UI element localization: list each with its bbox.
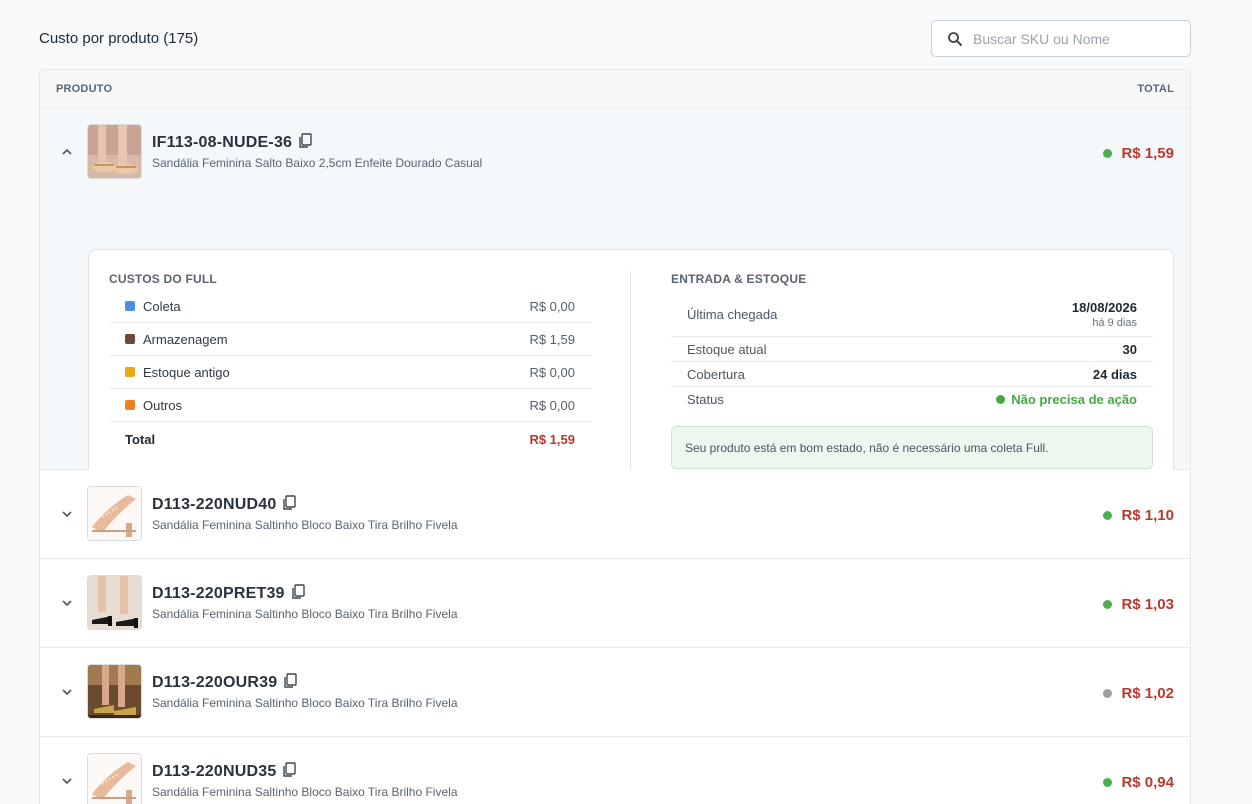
stock-row: Cobertura 24 dias — [671, 362, 1153, 387]
stock-section: ENTRADA & ESTOQUE Última chegada 18/08/2… — [671, 272, 1153, 469]
product-sku: D113-220PRET39 — [152, 585, 285, 602]
cost-value: R$ 0,00 — [529, 298, 575, 314]
status-notice: Seu produto está em bom estado, não é ne… — [671, 426, 1153, 469]
cost-label: Estoque antigo — [143, 364, 230, 380]
search-input[interactable] — [973, 30, 1173, 47]
stock-row: Status Não precisa de ação — [671, 387, 1153, 412]
table-row[interactable]: D113-220NUD35 Sandália Feminina Saltinho… — [40, 737, 1190, 804]
copy-icon[interactable] — [291, 584, 305, 600]
product-name: Sandália Feminina Saltinho Bloco Baixo T… — [152, 518, 458, 532]
status-dot — [1103, 689, 1113, 698]
status-dot — [1103, 600, 1113, 609]
page-title: Custo por produto (175) — [39, 30, 199, 47]
table-row[interactable]: IF113-08-NUDE-36 Sandália Feminina Salto… — [40, 108, 1190, 491]
product-name: Sandália Feminina Saltinho Bloco Baixo T… — [152, 785, 458, 799]
table-header: PRODUTO TOTAL — [40, 70, 1190, 108]
search-box[interactable] — [931, 20, 1191, 57]
cost-value: R$ 0,00 — [529, 397, 575, 413]
cost-row: Outros R$ 0,00 — [109, 389, 591, 422]
total-cell: R$ 1,02 — [1103, 685, 1174, 702]
column-header-total: TOTAL — [1137, 82, 1174, 95]
product-sku: IF113-08-NUDE-36 — [152, 134, 293, 151]
product-name: Sandália Feminina Salto Baixo 2,5cm Enfe… — [152, 156, 483, 170]
cost-label: Armazenagem — [143, 331, 228, 347]
copy-icon[interactable] — [283, 673, 298, 689]
chevron-down-icon[interactable] — [60, 596, 74, 610]
table-row[interactable]: D113-220NUD40 Sandália Feminina Saltinho… — [40, 470, 1190, 559]
stock-row: Estoque atual 30 — [671, 337, 1153, 362]
legend-swatch — [125, 367, 135, 377]
copy-icon[interactable] — [282, 762, 297, 778]
total-cell: R$ 1,03 — [1103, 596, 1174, 613]
cost-row: Coleta R$ 0,00 — [109, 290, 591, 323]
product-thumbnail — [87, 486, 142, 541]
stock-value: 30 — [1122, 341, 1137, 357]
cost-label: Outros — [143, 397, 183, 413]
product-thumbnail — [87, 753, 142, 804]
chevron-up-icon[interactable] — [60, 145, 74, 159]
copy-icon[interactable] — [298, 133, 312, 149]
cost-row: Armazenagem R$ 1,59 — [109, 323, 591, 356]
product-sku: D113-220NUD40 — [152, 496, 277, 513]
total-price: R$ 0,94 — [1121, 774, 1174, 791]
product-cost-table: PRODUTO TOTAL IF113-08-NUDE-36 Sandália … — [39, 69, 1191, 804]
total-cell: R$ 0,94 — [1103, 774, 1174, 791]
product-sku: D113-220NUD35 — [152, 763, 277, 780]
table-row[interactable]: D113-220OUR39 Sandália Feminina Saltinho… — [40, 648, 1190, 737]
stock-label: Estoque atual — [687, 341, 767, 357]
chevron-down-icon[interactable] — [60, 507, 74, 521]
copy-icon[interactable] — [282, 495, 297, 511]
status-dot — [1103, 149, 1113, 158]
search-icon — [948, 31, 962, 46]
legend-swatch — [125, 301, 135, 311]
status-dot — [1103, 778, 1113, 787]
legend-swatch — [125, 334, 135, 344]
legend-swatch — [125, 400, 135, 410]
chevron-down-icon[interactable] — [60, 774, 74, 788]
total-cell: R$ 1,59 — [1103, 145, 1174, 162]
product-thumbnail — [87, 124, 142, 179]
total-price: R$ 1,59 — [1121, 145, 1174, 162]
stock-label: Status — [687, 392, 724, 407]
divider — [630, 271, 631, 470]
stock-row: Última chegada 18/08/2026 há 9 dias — [671, 292, 1153, 337]
stock-label: Cobertura — [687, 366, 745, 382]
chevron-down-icon[interactable] — [60, 685, 74, 699]
product-thumbnail — [87, 575, 142, 630]
table-row[interactable]: D113-220PRET39 Sandália Feminina Saltinh… — [40, 559, 1190, 648]
product-sku: D113-220OUR39 — [152, 674, 278, 691]
cost-details-panel: CUSTOS DO FULL Coleta R$ 0,00 Armazenage… — [88, 249, 1174, 491]
status-badge: Não precisa de ação — [996, 392, 1137, 407]
cost-label: Coleta — [143, 298, 181, 314]
column-header-product: PRODUTO — [56, 82, 113, 95]
product-name: Sandália Feminina Saltinho Bloco Baixo T… — [152, 607, 458, 621]
cost-value: R$ 0,00 — [529, 364, 575, 380]
product-name: Sandália Feminina Saltinho Bloco Baixo T… — [152, 696, 458, 710]
cost-total-value: R$ 1,59 — [529, 432, 575, 447]
total-price: R$ 1,03 — [1121, 596, 1174, 613]
cost-total-row: Total R$ 1,59 — [109, 422, 591, 457]
section-title: ENTRADA & ESTOQUE — [671, 272, 807, 286]
last-arrival-ago: há 9 dias — [1092, 316, 1137, 329]
product-thumbnail — [87, 664, 142, 719]
total-cell: R$ 1,10 — [1103, 507, 1174, 524]
last-arrival-date: 18/08/2026 — [1071, 299, 1137, 315]
stock-label: Última chegada — [687, 306, 778, 322]
status-text: Não precisa de ação — [1011, 392, 1137, 407]
status-dot — [996, 395, 1006, 404]
total-price: R$ 1,02 — [1121, 685, 1174, 702]
total-price: R$ 1,10 — [1121, 507, 1174, 524]
full-costs-section: CUSTOS DO FULL Coleta R$ 0,00 Armazenage… — [109, 272, 591, 457]
section-title: CUSTOS DO FULL — [109, 272, 217, 286]
coverage-value: 24 dias — [1092, 366, 1137, 382]
cost-row: Estoque antigo R$ 0,00 — [109, 356, 591, 389]
status-dot — [1103, 511, 1113, 520]
cost-value: R$ 1,59 — [529, 331, 575, 347]
cost-total-label: Total — [125, 432, 156, 447]
